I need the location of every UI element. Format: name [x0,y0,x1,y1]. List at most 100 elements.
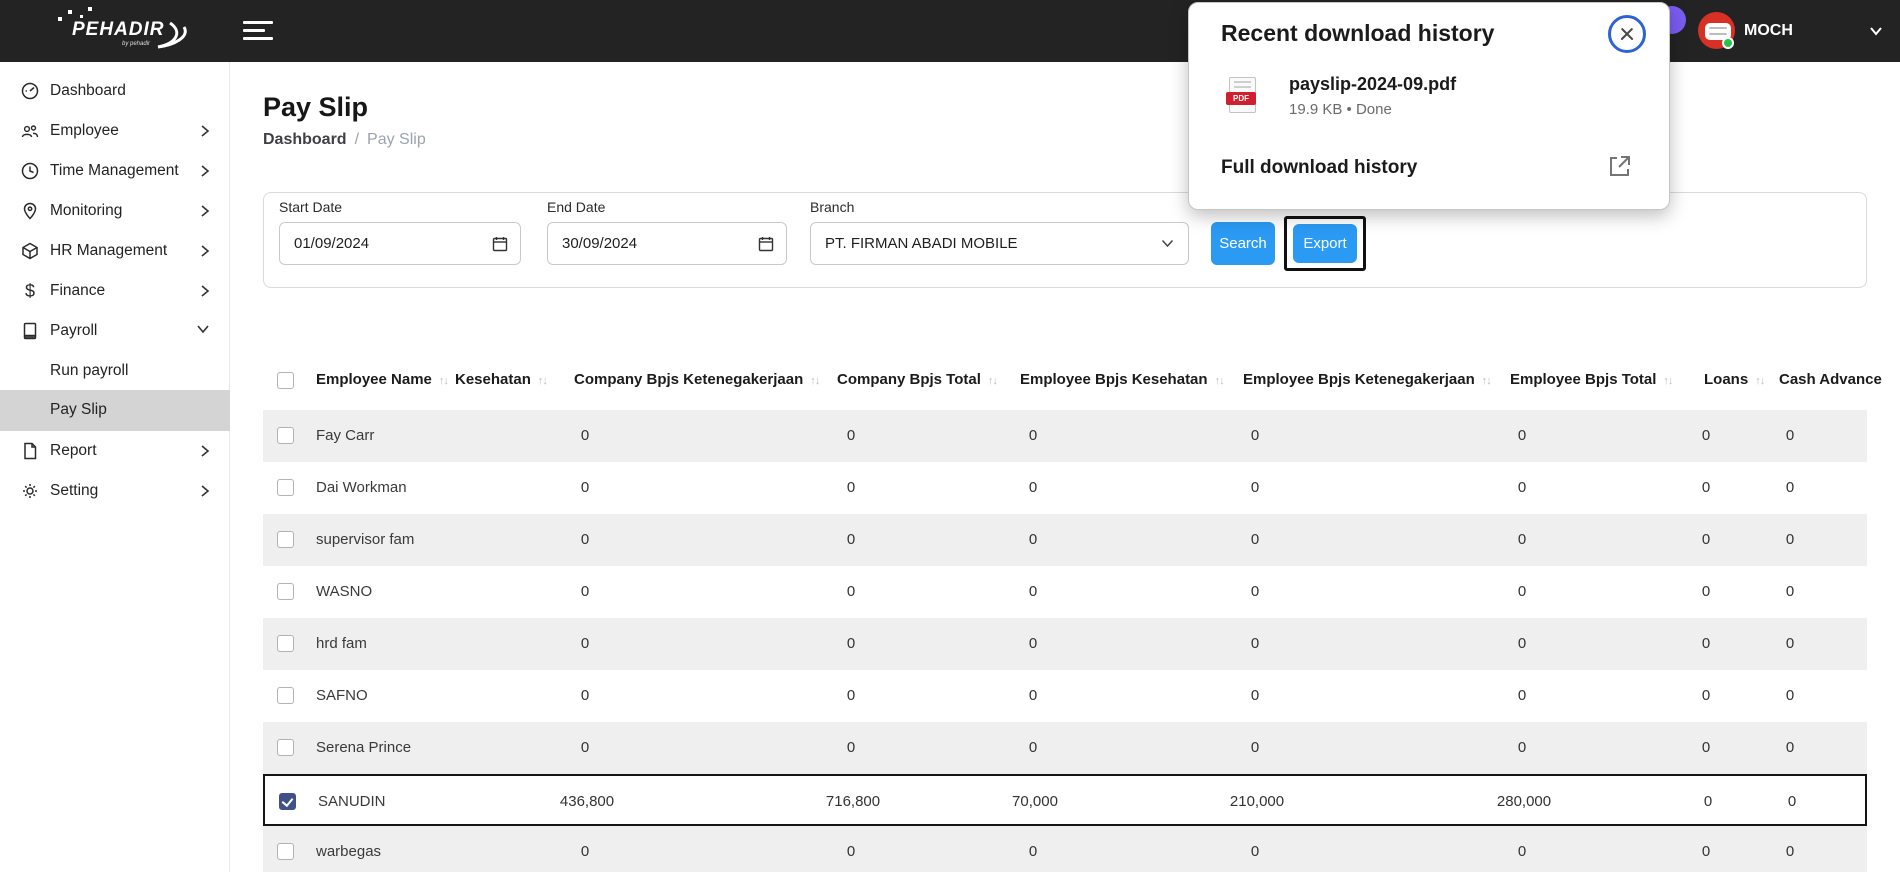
table-row[interactable]: SAFNO 0 0 0 0 0 0 0 [263,670,1867,722]
kesehatan-cell: 0 [580,479,590,496]
sort-icon[interactable]: ↑↓ [1482,375,1492,387]
table-row[interactable]: warbegas 0 0 0 0 0 0 0 [263,826,1867,872]
full-download-history-link[interactable]: Full download history [1221,157,1417,179]
employee-bpjs-ketenegakerjaan-cell: 0 [1517,843,1527,860]
map-pin-icon [20,201,40,221]
sort-icon[interactable]: ↑↓ [988,375,998,387]
sidebar-item-employee[interactable]: Employee [0,111,230,151]
employee-bpjs-total-cell: 0 [1701,635,1711,652]
employee-bpjs-kesehatan-cell: 0 [1250,427,1260,444]
row-checkbox[interactable] [277,427,294,444]
row-checkbox[interactable] [277,635,294,652]
app-root: PEHADIR by pehadir MOCH FIRMANSYAH Dashb… [0,0,1900,872]
sort-icon[interactable]: ↑↓ [1663,375,1673,387]
employee-bpjs-kesehatan-cell: 0 [1250,479,1260,496]
employee-name-cell: SAFNO [316,687,368,704]
company-bpjs-ketenegakerjaan-cell: 0 [846,739,856,756]
calendar-icon[interactable] [492,236,508,252]
column-header-employee-name[interactable]: Employee Name ↑↓ [316,358,449,402]
breadcrumb-pay-slip: Pay Slip [367,131,426,148]
row-checkbox[interactable] [277,531,294,548]
sidebar-item-setting[interactable]: Setting [0,471,230,511]
user-menu-chevron-icon[interactable] [1868,24,1884,38]
table-row[interactable]: WASNO 0 0 0 0 0 0 0 [263,566,1867,618]
file-icon [20,441,40,461]
employee-bpjs-kesehatan-cell: 210,000 [1229,793,1285,810]
search-button[interactable]: Search [1211,222,1275,265]
column-header-employee-bpjs-total[interactable]: Employee Bpjs Total ↑↓ [1510,358,1673,402]
sidebar-item-payroll[interactable]: Payroll [0,311,230,351]
kesehatan-cell: 436,800 [559,793,615,810]
employee-bpjs-total-cell: 0 [1701,427,1711,444]
company-bpjs-total-cell: 0 [1028,739,1038,756]
row-checkbox[interactable] [277,739,294,756]
column-header-loans[interactable]: Loans ↑↓ [1704,358,1765,402]
company-bpjs-total-cell: 0 [1028,583,1038,600]
column-header-company-bpjs-ketenegakerjaan[interactable]: Company Bpjs Ketenegakerjaan ↑↓ [574,358,820,402]
column-header-employee-bpjs-ketenegakerjaan[interactable]: Employee Bpjs Ketenegakerjaan ↑↓ [1243,358,1492,402]
page-title: Pay Slip [263,92,369,122]
hamburger-menu-icon[interactable] [243,21,275,43]
breadcrumb-dashboard[interactable]: Dashboard [263,131,347,148]
company-bpjs-total-cell: 0 [1028,479,1038,496]
column-header-kesehatan[interactable]: Kesehatan ↑↓ [455,358,548,402]
table-row[interactable]: SANUDIN 436,800 716,800 70,000 210,000 2… [263,774,1867,826]
row-checkbox[interactable] [279,793,296,810]
employee-bpjs-ketenegakerjaan-cell: 0 [1517,583,1527,600]
row-checkbox[interactable] [277,687,294,704]
loans-cell: 0 [1785,583,1795,600]
table-row[interactable]: Dai Workman 0 0 0 0 0 0 0 [263,462,1867,514]
downloaded-file-name[interactable]: payslip-2024-09.pdf [1289,74,1456,95]
sidebar-item-dashboard[interactable]: Dashboard [0,71,230,111]
employee-bpjs-ketenegakerjaan-cell: 0 [1517,635,1527,652]
employee-bpjs-kesehatan-cell: 0 [1250,531,1260,548]
external-link-icon[interactable] [1607,153,1633,179]
sort-icon[interactable]: ↑↓ [538,375,548,387]
table-row[interactable]: hrd fam 0 0 0 0 0 0 0 [263,618,1867,670]
row-checkbox[interactable] [277,583,294,600]
employee-name-cell: Dai Workman [316,479,407,496]
select-all-checkbox[interactable] [277,372,294,389]
column-header-company-bpjs-total[interactable]: Company Bpjs Total ↑↓ [837,358,998,402]
employee-bpjs-ketenegakerjaan-cell: 0 [1517,739,1527,756]
loans-cell: 0 [1785,739,1795,756]
sidebar-item-pay-slip[interactable]: Pay Slip [0,390,230,431]
book-icon [20,321,40,341]
loans-cell: 0 [1785,427,1795,444]
employee-name-cell: WASNO [316,583,373,600]
loans-cell: 0 [1787,793,1797,810]
table-row[interactable]: Fay Carr 0 0 0 0 0 0 0 [263,410,1867,462]
row-checkbox[interactable] [277,843,294,860]
row-checkbox[interactable] [277,479,294,496]
sidebar-item-hr-management[interactable]: HR Management [0,231,230,271]
calendar-icon[interactable] [758,236,774,252]
sidebar-item-finance[interactable]: $ Finance [0,271,230,311]
sort-icon[interactable]: ↑↓ [1215,375,1225,387]
column-header-employee-bpjs-kesehatan[interactable]: Employee Bpjs Kesehatan ↑↓ [1020,358,1225,402]
branch-select[interactable]: PT. FIRMAN ABADI MOBILE [810,222,1189,265]
sidebar-item-monitoring[interactable]: Monitoring [0,191,230,231]
table-row[interactable]: Serena Prince 0 0 0 0 0 0 0 [263,722,1867,774]
chevron-right-icon [200,244,210,258]
sort-icon[interactable]: ↑↓ [439,375,449,387]
sort-icon[interactable]: ↑↓ [1755,375,1765,387]
gear-icon [20,481,40,501]
table-row[interactable]: supervisor fam 0 0 0 0 0 0 0 [263,514,1867,566]
close-icon[interactable] [1608,15,1646,53]
kesehatan-cell: 0 [580,427,590,444]
column-header-cash-advance[interactable]: Cash Advance [1779,358,1882,402]
chevron-right-icon [200,124,210,138]
sort-icon[interactable]: ↑↓ [810,375,820,387]
sidebar-item-time-management[interactable]: Time Management [0,151,230,191]
end-date-input[interactable]: 30/09/2024 [547,222,787,265]
breadcrumb: Dashboard / Pay Slip [263,131,426,149]
breadcrumb-separator: / [354,131,360,148]
employee-bpjs-total-cell: 0 [1701,687,1711,704]
export-button[interactable]: Export [1293,224,1357,263]
sidebar-item-run-payroll[interactable]: Run payroll [0,351,230,391]
start-date-input[interactable]: 01/09/2024 [279,222,521,265]
chevron-right-icon [200,284,210,298]
sidebar: Dashboard Employee Time Management Monit… [0,62,230,872]
branch-label: Branch [810,199,855,215]
sidebar-item-report[interactable]: Report [0,431,230,471]
